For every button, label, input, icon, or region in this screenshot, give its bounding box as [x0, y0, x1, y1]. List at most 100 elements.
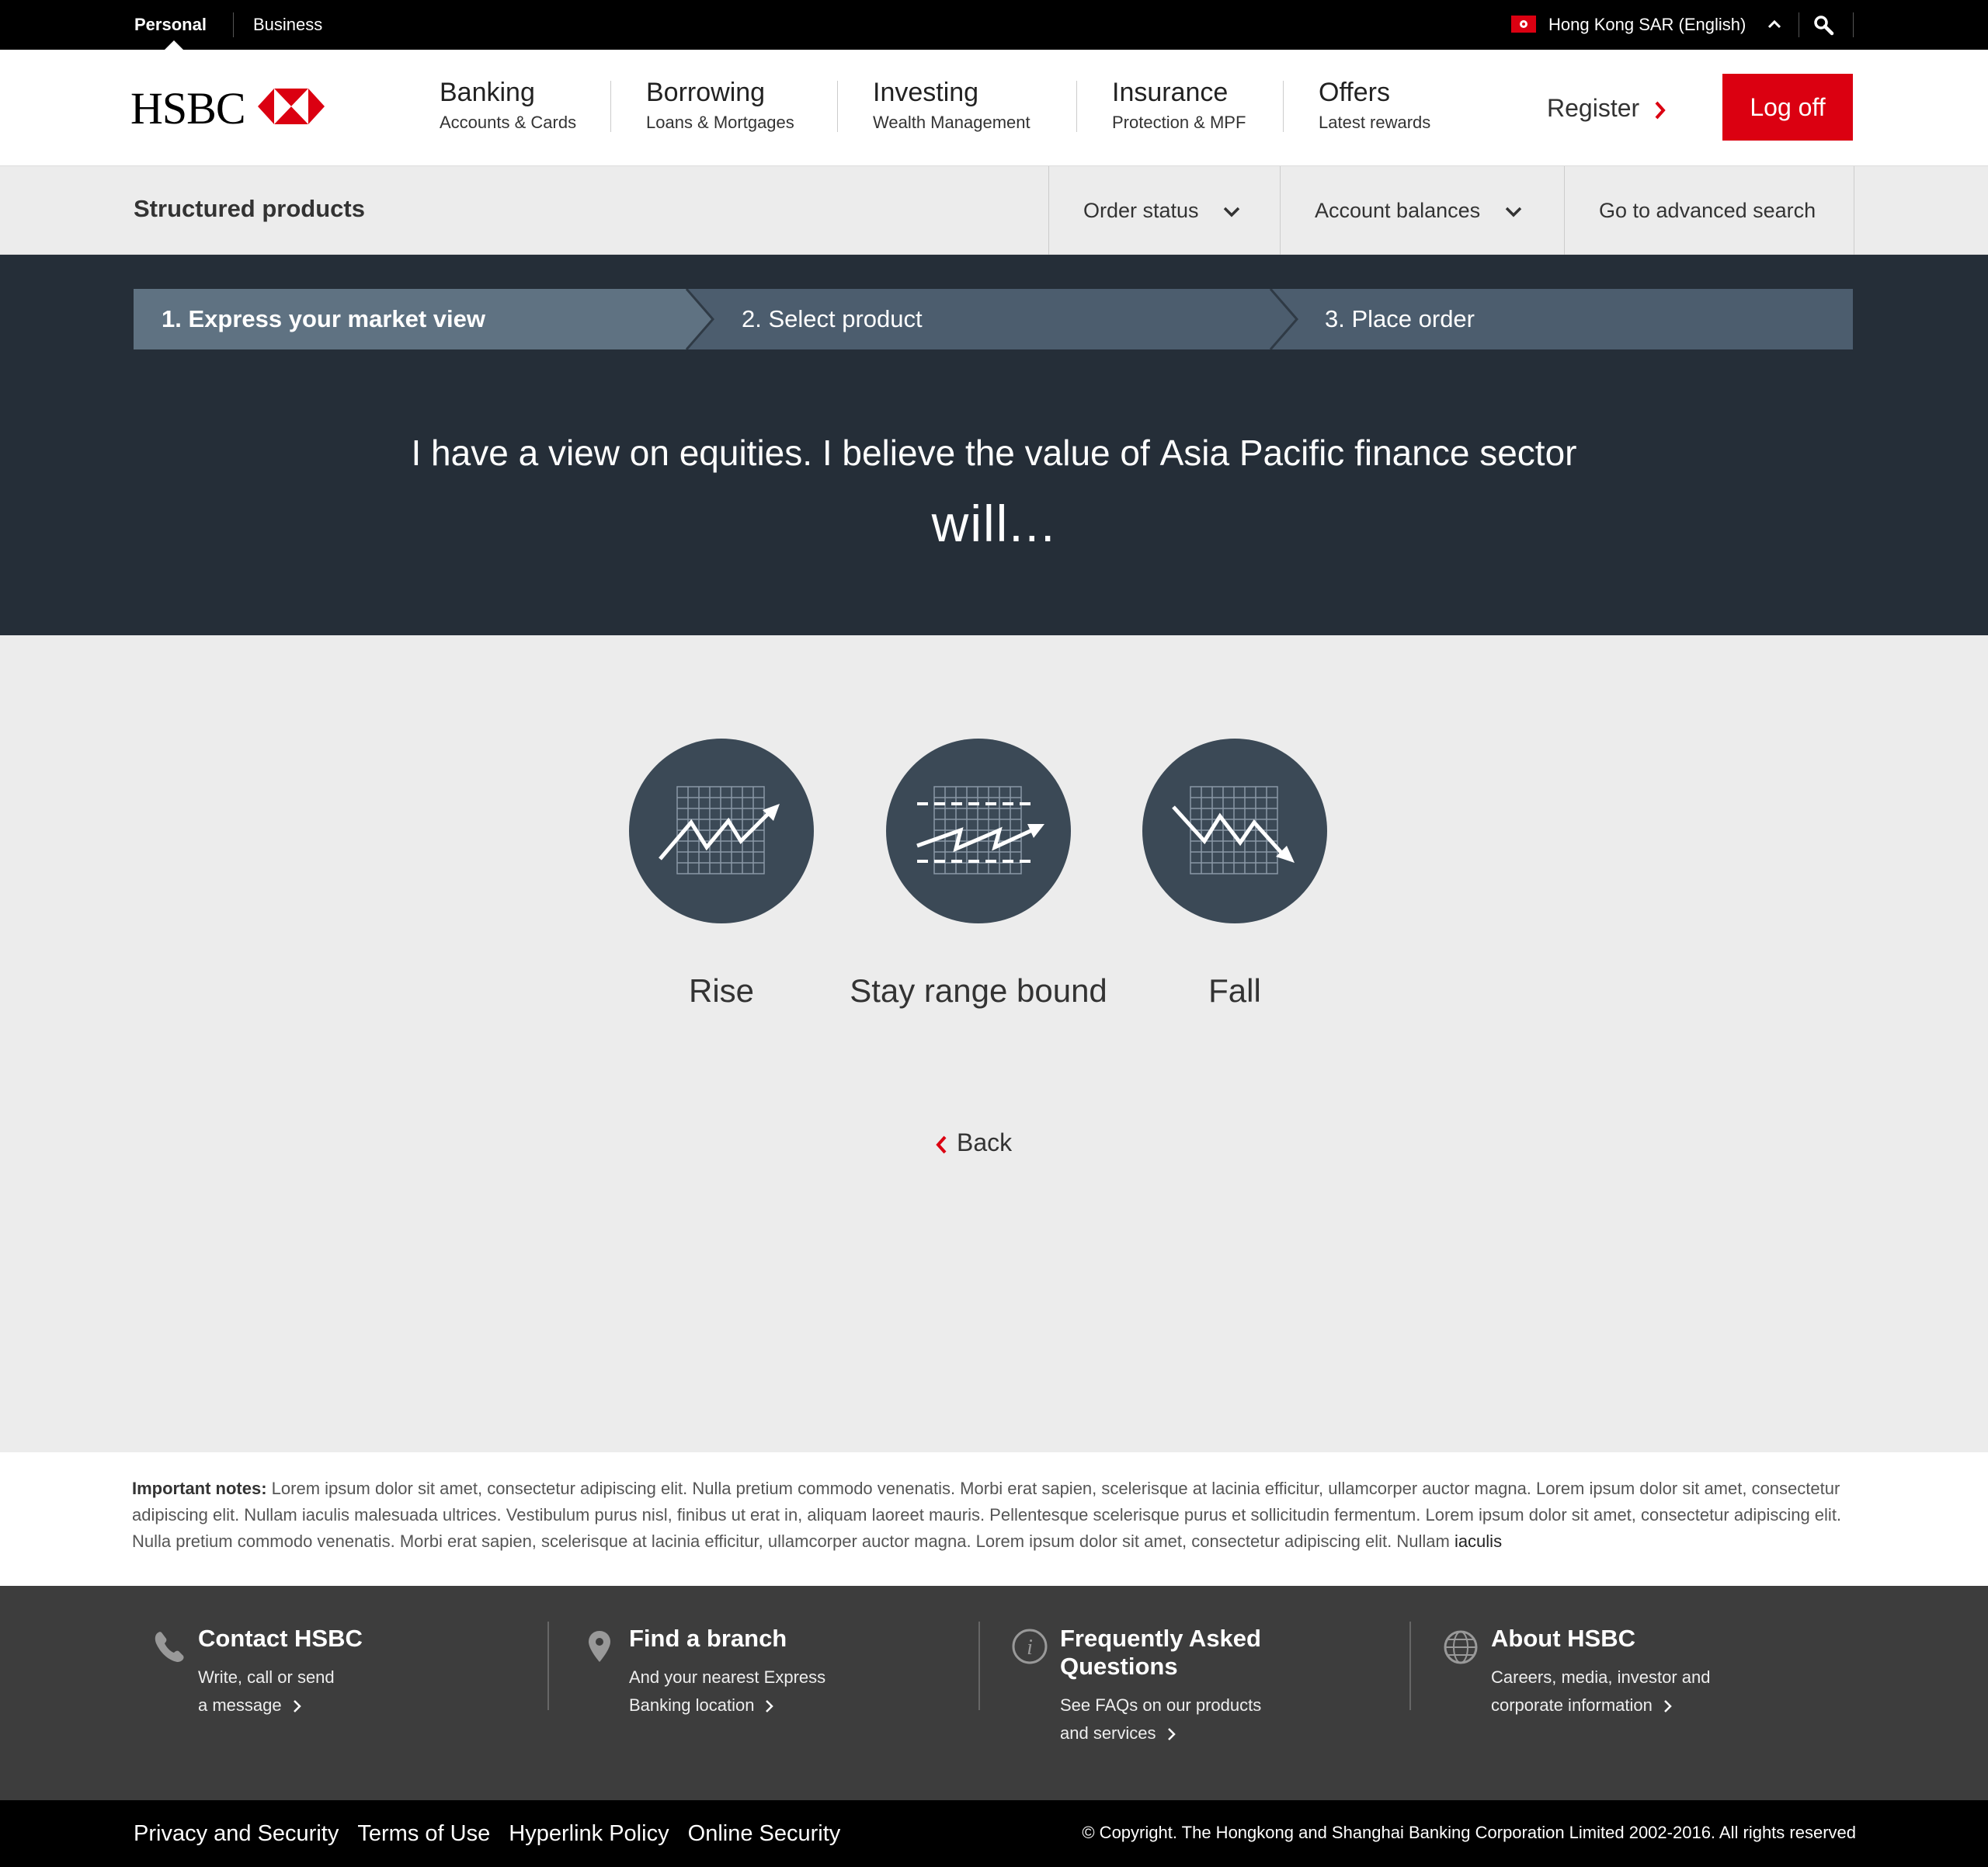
footer-desc: Careers, media, investor and [1491, 1667, 1711, 1687]
range-bound-label: Stay range bound [850, 972, 1107, 1009]
divider [233, 12, 234, 37]
account-balances-dropdown[interactable]: Account balances [1280, 166, 1564, 255]
sentence-text: I have a view on [411, 433, 679, 473]
main-nav: HSBC Banking Accounts & Cards Borrowing … [0, 50, 1988, 166]
chevron-up-icon[interactable] [1767, 19, 1781, 30]
footer-desc: Write, call or send [198, 1667, 335, 1687]
nav-title: Investing [873, 78, 979, 107]
sentence-text: . I believe the value of [802, 433, 1160, 473]
footer-title: About HSBC [1491, 1625, 1635, 1652]
divider [1283, 81, 1284, 132]
chevron-right-icon [1655, 101, 1666, 119]
section-title: Structured products [134, 195, 365, 222]
divider [1076, 81, 1077, 132]
range-chart-icon [916, 786, 1044, 874]
chevron-right-icon [1664, 1700, 1672, 1713]
nav-borrowing[interactable]: Borrowing Loans & Mortgages [646, 78, 794, 133]
sector-selection[interactable]: Asia Pacific finance [1160, 433, 1470, 473]
top-bar: Personal Business Hong Kong SAR (English… [0, 0, 1988, 50]
svg-text:i: i [1027, 1636, 1033, 1660]
chevron-right-icon [766, 1700, 774, 1713]
fall-option-button[interactable] [1142, 739, 1327, 923]
divider [610, 81, 611, 132]
footer-find-branch[interactable]: Find a branch And your nearest Express Ba… [629, 1625, 825, 1719]
region-selector[interactable]: Hong Kong SAR (English) [1548, 0, 1746, 50]
footer-faq[interactable]: Frequently Asked Questions See FAQs on ou… [1060, 1625, 1261, 1747]
terms-of-use-link[interactable]: Terms of Use [357, 1821, 490, 1846]
footer-title: Frequently Asked [1060, 1625, 1261, 1652]
divider [837, 81, 838, 132]
legal-links: Privacy and Security Terms of Use Hyperl… [134, 1800, 840, 1867]
logo-wordmark: HSBC [130, 83, 246, 134]
chevron-down-icon [1505, 207, 1521, 217]
step-place-order: 3. Place order [1325, 305, 1475, 332]
chevron-right-icon [1167, 1728, 1176, 1741]
nav-subtitle: Latest rewards [1319, 113, 1431, 132]
hong-kong-flag-icon [1511, 16, 1536, 33]
footer-title: Contact HSBC [198, 1625, 363, 1652]
asset-class-selection[interactable]: equities [679, 433, 803, 473]
notes-label: Important notes: [132, 1479, 267, 1498]
footer-about[interactable]: About HSBC Careers, media, investor and c… [1491, 1625, 1710, 1719]
back-link[interactable]: Back [935, 1125, 1012, 1160]
footer-title: Questions [1060, 1653, 1178, 1680]
info-icon: i [1012, 1629, 1048, 1664]
log-off-button[interactable]: Log off [1722, 74, 1853, 141]
active-tab-indicator [165, 40, 183, 50]
phone-icon [155, 1632, 184, 1662]
hsbc-logo[interactable]: HSBC [130, 84, 332, 134]
nav-subtitle: Protection & MPF [1112, 113, 1246, 132]
business-tab[interactable]: Business [253, 0, 322, 50]
range-bound-option-button[interactable] [886, 739, 1071, 923]
copyright: © Copyright. The Hongkong and Shanghai B… [1082, 1823, 1856, 1842]
nav-title: Insurance [1112, 78, 1229, 107]
nav-title: Offers [1319, 78, 1390, 107]
online-security-link[interactable]: Online Security [688, 1821, 841, 1846]
footer-desc: a message [198, 1695, 282, 1715]
divider [978, 1622, 980, 1710]
nav-insurance[interactable]: Insurance Protection & MPF [1112, 78, 1246, 133]
nav-investing[interactable]: Investing Wealth Management [873, 78, 1030, 133]
footer-desc: Banking location [629, 1695, 755, 1715]
register-label: Register [1547, 94, 1640, 122]
footer-contact[interactable]: Contact HSBC Write, call or send a messag… [198, 1625, 363, 1719]
fall-label: Fall [1208, 972, 1261, 1009]
privacy-security-link[interactable]: Privacy and Security [134, 1821, 339, 1846]
footer-title: Find a branch [629, 1625, 787, 1652]
step-select-product: 2. Select product [742, 305, 923, 332]
order-status-dropdown[interactable]: Order status [1048, 166, 1280, 255]
register-link[interactable]: Register [1547, 89, 1667, 127]
footer-help: Contact HSBC Write, call or send a messag… [0, 1586, 1988, 1800]
nav-title: Banking [440, 78, 535, 107]
important-notes: Important notes: Lorem ipsum dolor sit a… [132, 1476, 1864, 1555]
chevron-left-icon [936, 1135, 947, 1153]
footer-desc: See FAQs on our products [1060, 1695, 1262, 1715]
nav-subtitle: Wealth Management [873, 113, 1030, 132]
footer-desc: And your nearest Express [629, 1667, 826, 1687]
market-view-sentence: I have a view on equities. I believe the… [0, 432, 1988, 474]
sentence-text: sector [1469, 433, 1577, 473]
rise-option-button[interactable] [629, 739, 814, 923]
legal-bar: Privacy and Security Terms of Use Hyperl… [0, 1800, 1988, 1867]
notes-text-end: iaculis [1454, 1531, 1503, 1551]
fall-chart-icon [1172, 786, 1295, 874]
account-balances-label: Account balances [1315, 199, 1481, 222]
nav-subtitle: Loans & Mortgages [646, 113, 794, 132]
rise-chart-icon [659, 786, 780, 874]
chevron-down-icon [1223, 207, 1240, 217]
step-express-view: 1. Express your market view [162, 305, 486, 332]
progress-steps: 1. Express your market view 2. Select pr… [134, 289, 1853, 349]
rise-label: Rise [688, 972, 755, 1009]
search-icon[interactable] [1812, 14, 1834, 36]
sentence-continuation: will... [931, 495, 1057, 552]
nav-title: Borrowing [646, 78, 766, 107]
order-status-label: Order status [1083, 199, 1199, 222]
advanced-search-link[interactable]: Go to advanced search [1564, 166, 1854, 255]
hyperlink-policy-link[interactable]: Hyperlink Policy [509, 1821, 669, 1846]
chevron-right-icon [293, 1700, 301, 1713]
nav-offers[interactable]: Offers Latest rewards [1319, 78, 1430, 133]
hexagon-logo-icon [258, 89, 325, 124]
nav-banking[interactable]: Banking Accounts & Cards [440, 78, 576, 133]
divider [547, 1622, 549, 1710]
divider [1409, 1622, 1411, 1710]
